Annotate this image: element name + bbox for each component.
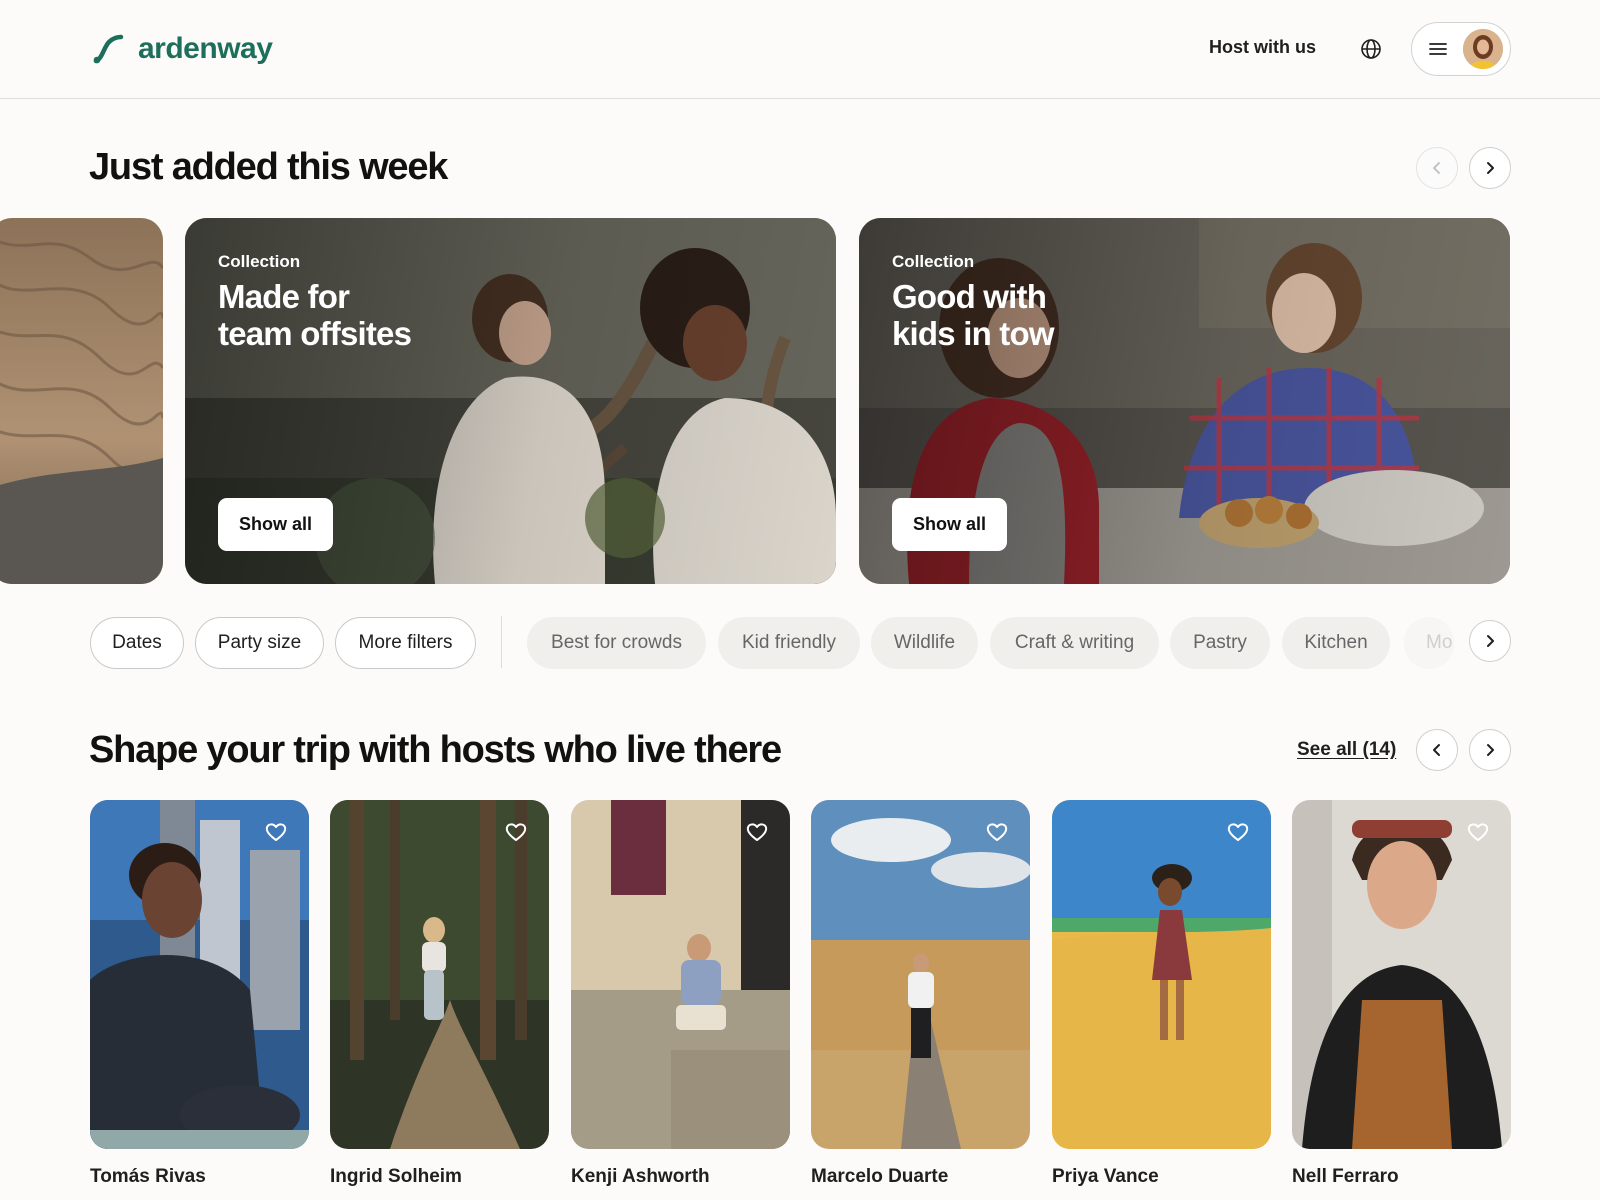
filter-divider (501, 616, 502, 668)
host-card-nell-ferraro[interactable] (1292, 800, 1511, 1149)
desert-photo (0, 218, 163, 584)
just-added-prev-button[interactable] (1416, 147, 1458, 189)
host-card-ingrid-solheim[interactable] (330, 800, 549, 1149)
host-name[interactable]: Marcelo Duarte (811, 1166, 948, 1188)
chevron-right-icon (1487, 635, 1494, 647)
host-name[interactable]: Kenji Ashworth (571, 1166, 710, 1188)
chevron-right-icon (1487, 744, 1494, 756)
host-card-marcelo-duarte[interactable] (811, 800, 1030, 1149)
brand-logo[interactable]: ardenway (92, 32, 273, 66)
host-photo (90, 800, 309, 1149)
host-with-us-link[interactable]: Host with us (1209, 37, 1316, 58)
host-name[interactable]: Priya Vance (1052, 1166, 1159, 1188)
category-craft-writing[interactable]: Craft & writing (990, 617, 1159, 669)
top-header: ardenway Host with us (0, 0, 1600, 99)
hosts-title: Shape your trip with hosts who live ther… (89, 729, 782, 771)
category-best-for-crowds[interactable]: Best for crowds (527, 617, 706, 669)
collection-card-partial[interactable] (0, 218, 163, 584)
categories-next-button[interactable] (1469, 620, 1511, 662)
host-card-kenji-ashworth[interactable] (571, 800, 790, 1149)
collection-card-team-offsites[interactable]: Collection Made for team offsites Show a… (185, 218, 836, 584)
host-photo (1292, 800, 1511, 1149)
hamburger-menu-icon (1429, 41, 1447, 57)
just-added-next-button[interactable] (1469, 147, 1511, 189)
host-name[interactable]: Tomás Rivas (90, 1166, 206, 1188)
heart-icon[interactable] (505, 822, 527, 842)
logo-mark-icon (92, 33, 124, 65)
show-all-button[interactable]: Show all (218, 498, 333, 551)
filter-dates[interactable]: Dates (90, 617, 184, 669)
category-wildlife[interactable]: Wildlife (871, 617, 978, 669)
chevron-left-icon (1433, 744, 1440, 756)
category-more-partial[interactable]: Mo (1404, 617, 1454, 669)
host-photo (330, 800, 549, 1149)
heart-icon[interactable] (265, 822, 287, 842)
hosts-next-button[interactable] (1469, 729, 1511, 771)
category-kitchen[interactable]: Kitchen (1282, 617, 1390, 669)
see-all-hosts-link[interactable]: See all (14) (1297, 739, 1396, 761)
heart-icon[interactable] (1467, 822, 1489, 842)
heart-icon[interactable] (986, 822, 1008, 842)
host-name[interactable]: Ingrid Solheim (330, 1166, 462, 1188)
host-name[interactable]: Nell Ferraro (1292, 1166, 1399, 1188)
collection-card-kids-in-tow[interactable]: Collection Good with kids in tow Show al… (859, 218, 1510, 584)
host-card-priya-vance[interactable] (1052, 800, 1271, 1149)
hosts-prev-button[interactable] (1416, 729, 1458, 771)
category-pastry[interactable]: Pastry (1170, 617, 1270, 669)
just-added-title: Just added this week (89, 146, 448, 188)
heart-icon[interactable] (1227, 822, 1249, 842)
collection-title: Good with kids in tow (892, 278, 1055, 352)
category-kid-friendly[interactable]: Kid friendly (718, 617, 860, 669)
brand-name: ardenway (138, 32, 273, 65)
user-menu-button[interactable] (1411, 22, 1511, 76)
filter-party-size[interactable]: Party size (195, 617, 324, 669)
chevron-left-icon (1433, 162, 1440, 174)
filter-more-filters[interactable]: More filters (335, 617, 476, 669)
host-card-tomas-rivas[interactable] (90, 800, 309, 1149)
show-all-button[interactable]: Show all (892, 498, 1007, 551)
collection-title: Made for team offsites (218, 278, 412, 352)
globe-icon[interactable] (1360, 38, 1382, 60)
host-photo (571, 800, 790, 1149)
host-photo (1052, 800, 1271, 1149)
collection-kicker: Collection (218, 252, 301, 271)
host-photo (811, 800, 1030, 1149)
avatar (1463, 29, 1503, 69)
collection-kicker: Collection (892, 252, 975, 271)
chevron-right-icon (1487, 162, 1494, 174)
heart-icon[interactable] (746, 822, 768, 842)
